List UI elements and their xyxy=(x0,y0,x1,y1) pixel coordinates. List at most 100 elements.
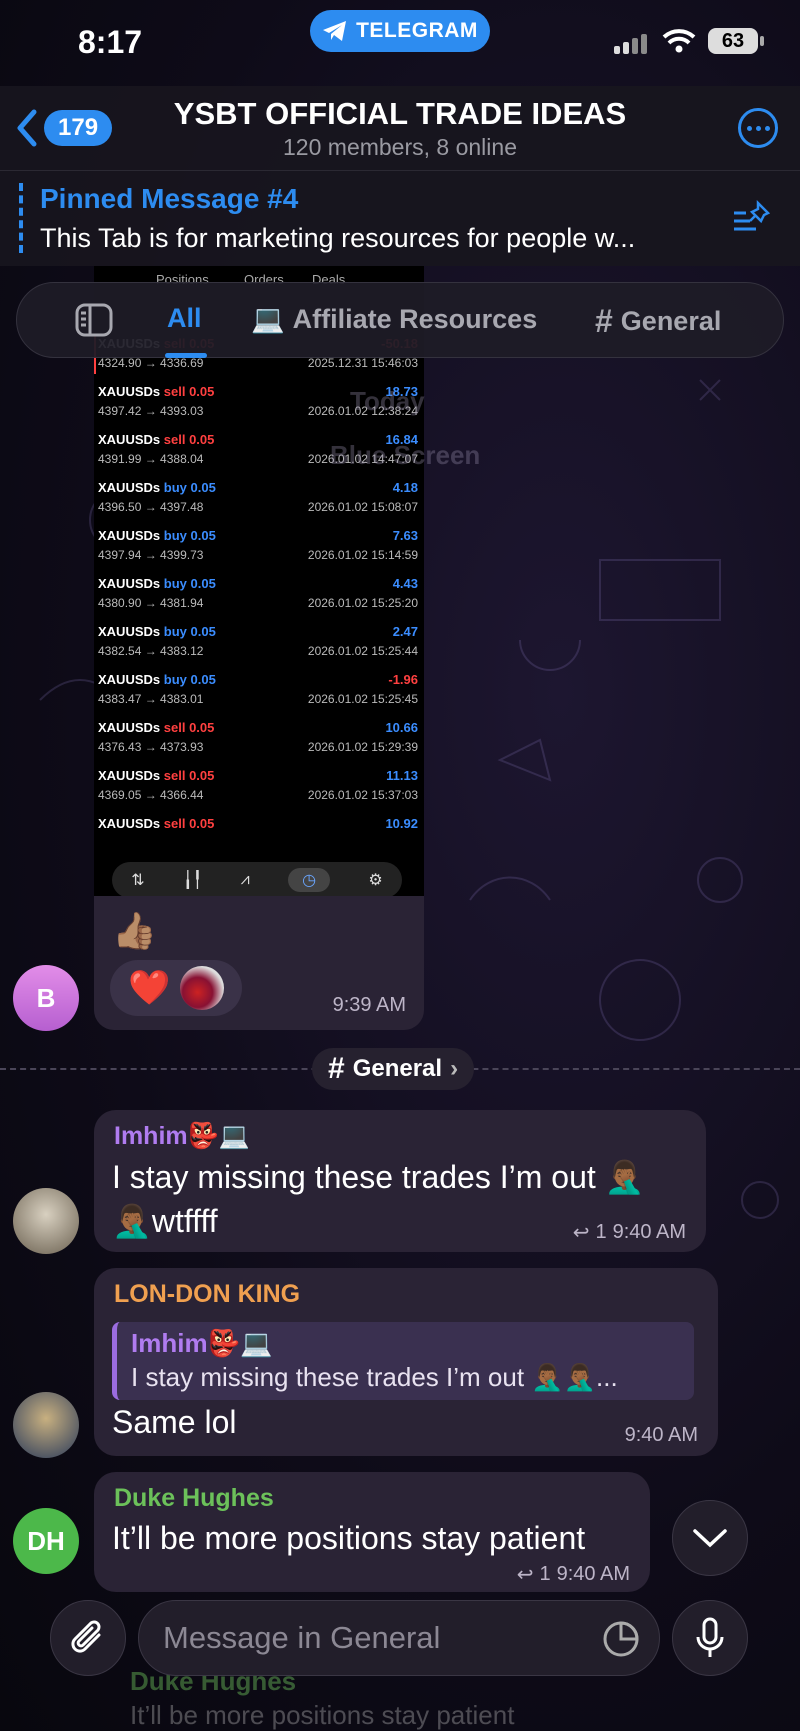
tab-affiliate-resources[interactable]: 💻 Affiliate Resources xyxy=(251,303,537,335)
trade-prices: 4324.90 → 4336.69 xyxy=(98,356,204,370)
message-composer xyxy=(0,1598,800,1731)
message-time: 9:40 AM xyxy=(624,1424,698,1446)
trade-symbol: XAUUSDs buy 0.05 xyxy=(98,672,216,687)
avatar[interactable] xyxy=(13,1188,79,1254)
trade-prices: 4376.43 → 4373.93 xyxy=(98,740,204,754)
sender-name[interactable]: LON-DON KING xyxy=(114,1280,300,1309)
pin-list-icon[interactable] xyxy=(732,199,772,235)
more-options-button[interactable] xyxy=(738,108,778,148)
trade-date: 2026.01.02 15:25:20 xyxy=(307,596,418,610)
trade-pnl: 4.43 xyxy=(392,576,418,591)
telegram-pill[interactable]: TELEGRAM xyxy=(310,10,490,52)
avatar[interactable]: DH xyxy=(13,1508,79,1574)
trade-date: 2026.01.02 15:25:44 xyxy=(307,644,418,658)
image-toolbar: ⇅ ╽╿ ⩘ ◷ ⚙ xyxy=(112,862,402,896)
topic-tabs: All 💻 Affiliate Resources # General xyxy=(16,282,784,358)
chat-header: 179 YSBT OFFICIAL TRADE IDEAS 120 member… xyxy=(0,86,800,170)
chevron-right-icon: › xyxy=(450,1055,459,1082)
sticker-icon[interactable] xyxy=(601,1619,641,1659)
topic-divider-pill[interactable]: # General › xyxy=(312,1048,475,1090)
trade-symbol: XAUUSDs sell 0.05 xyxy=(98,432,215,447)
pinned-message-bar[interactable]: Pinned Message #4 This Tab is for market… xyxy=(0,170,800,266)
message-text: It’ll be more positions stay patient xyxy=(112,1520,586,1556)
trade-date: 2026.01.02 15:14:59 xyxy=(307,548,418,562)
reactions-pill[interactable]: ❤️ xyxy=(110,960,242,1016)
chat-subtitle: 120 members, 8 online xyxy=(283,134,517,160)
ghost-topic-label: Blue Screen xyxy=(330,440,481,470)
trade-date: 2026.01.02 15:08:07 xyxy=(307,500,418,514)
trade-date: 2026.01.02 15:29:39 xyxy=(307,740,418,754)
sender-name[interactable]: Imhim👺💻 xyxy=(114,1122,250,1151)
signal-icon xyxy=(614,34,647,54)
message-input[interactable] xyxy=(163,1615,583,1661)
active-tab-indicator xyxy=(165,353,207,358)
trade-date: 2026.01.02 15:25:45 xyxy=(307,692,418,706)
trade-prices: 4391.99 → 4388.04 xyxy=(98,452,204,466)
trade-row: XAUUSDs buy 0.05 4396.50 → 4397.48 4.18 202… xyxy=(94,476,424,524)
message-input-wrapper xyxy=(138,1600,660,1676)
message-bubble[interactable]: Duke Hughes It’ll be more positions stay… xyxy=(94,1472,650,1592)
trade-pnl: 10.66 xyxy=(385,720,418,735)
trade-pnl: -1.96 xyxy=(388,672,418,687)
attach-button[interactable] xyxy=(50,1600,126,1676)
trade-symbol: XAUUSDs sell 0.05 xyxy=(98,720,215,735)
trade-prices: 4397.42 → 4393.03 xyxy=(98,404,204,418)
trade-symbol: XAUUSDs buy 0.05 xyxy=(98,480,216,495)
sender-name[interactable]: Duke Hughes xyxy=(114,1484,274,1513)
telegram-icon xyxy=(323,21,347,41)
message-meta: ↩ 1 9:40 AM xyxy=(572,1221,686,1244)
quote-sender: Imhim👺💻 xyxy=(131,1328,273,1358)
trade-history-image[interactable]: Positions Orders Deals XAUUSDs sell 0.05… xyxy=(94,266,424,896)
pinned-text: This Tab is for marketing resources for … xyxy=(40,223,636,253)
reactor-avatar xyxy=(180,966,225,1010)
trade-row: XAUUSDs buy 0.05 4383.47 → 4383.01 -1.96 20… xyxy=(94,668,424,716)
reply-icon: ↩ xyxy=(516,1564,534,1586)
thumbs-up-emoji: 👍🏽 xyxy=(112,910,157,951)
telegram-pill-label: TELEGRAM xyxy=(356,19,478,42)
trade-date: 2025.12.31 15:46:03 xyxy=(307,356,418,370)
tab-all[interactable]: All xyxy=(167,303,202,334)
pinned-indicator xyxy=(19,183,23,253)
message-bubble[interactable]: 👍🏽 ❤️ 9:39 AM xyxy=(94,896,424,1030)
trade-symbol: XAUUSDs buy 0.05 xyxy=(98,624,216,639)
laptop-icon: 💻 xyxy=(251,304,285,334)
chevron-down-icon xyxy=(693,1529,727,1548)
tab-general[interactable]: # General xyxy=(595,303,721,340)
avatar[interactable] xyxy=(13,1392,79,1458)
paperclip-icon xyxy=(71,1620,101,1653)
trade-row: XAUUSDs sell 0.05 10.92 xyxy=(94,812,424,860)
sort-icon: ⇅ xyxy=(131,872,145,889)
message-meta: ↩ 1 9:40 AM xyxy=(516,1563,630,1586)
message-text: I stay missing these trades I’m out 🤦🏾‍♂… xyxy=(112,1159,645,1195)
trade-date: 2026.01.02 15:37:03 xyxy=(307,788,418,802)
heart-reaction: ❤️ xyxy=(128,969,171,1007)
trade-prices: 4383.47 → 4383.01 xyxy=(98,692,204,706)
sidebar-toggle-icon[interactable] xyxy=(75,303,113,337)
avatar[interactable]: B xyxy=(13,965,79,1031)
ghost-date-label: Today xyxy=(350,386,425,416)
message-text: Same lol xyxy=(112,1404,237,1440)
trade-row: XAUUSDs buy 0.05 4382.54 → 4383.12 2.47 202… xyxy=(94,620,424,668)
status-time: 8:17 xyxy=(78,24,143,60)
scroll-to-bottom-button[interactable] xyxy=(672,1500,748,1576)
trade-prices: 4397.94 → 4399.73 xyxy=(98,548,204,562)
trade-prices: 4380.90 → 4381.94 xyxy=(98,596,204,610)
hash-icon: # xyxy=(595,303,613,339)
message-time: 9:39 AM xyxy=(332,994,406,1016)
message-text-line2: 🤦🏾‍♂️wtffff xyxy=(112,1203,218,1239)
chart-icon: ⩘ xyxy=(240,871,250,888)
reply-quote[interactable]: Imhim👺💻 I stay missing these trades I’m … xyxy=(112,1322,694,1400)
chat-title[interactable]: YSBT OFFICIAL TRADE IDEAS xyxy=(0,96,800,132)
trade-symbol: XAUUSDs sell 0.05 xyxy=(98,816,215,831)
message-bubble[interactable]: LON-DON KING Imhim👺💻 I stay missing thes… xyxy=(94,1268,718,1456)
trade-prices: 4396.50 → 4397.48 xyxy=(98,500,204,514)
trade-row: XAUUSDs buy 0.05 4380.90 → 4381.94 4.43 202… xyxy=(94,572,424,620)
trade-row: XAUUSDs buy 0.05 4397.94 → 4399.73 7.63 202… xyxy=(94,524,424,572)
trade-pnl: 7.63 xyxy=(392,528,418,543)
voice-message-button[interactable] xyxy=(672,1600,748,1676)
trade-row: XAUUSDs sell 0.05 4376.43 → 4373.93 10.66 2… xyxy=(94,716,424,764)
trade-symbol: XAUUSDs buy 0.05 xyxy=(98,528,216,543)
trade-symbol: XAUUSDs sell 0.05 xyxy=(98,384,215,399)
message-bubble[interactable]: Imhim👺💻 I stay missing these trades I’m … xyxy=(94,1110,706,1252)
candles-icon: ╽╿ xyxy=(182,872,203,889)
